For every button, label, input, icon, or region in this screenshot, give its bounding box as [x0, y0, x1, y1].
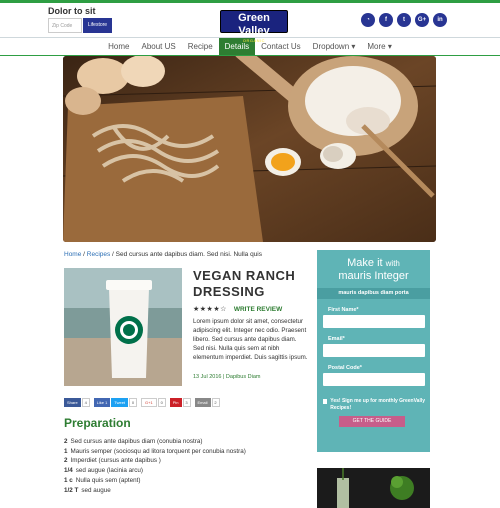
breadcrumb-current: Sed cursus ante dapibus diam. Sed nisi. … — [115, 251, 263, 258]
share-count: 2 — [211, 398, 220, 407]
ingredient-text: Imperdiet (cursus ante dapibus ) — [70, 457, 161, 465]
share-button-email[interactable]: Email — [194, 398, 211, 407]
ingredient-text: Nulla quis sem (aptent) — [75, 476, 141, 484]
signup-checkbox[interactable] — [323, 399, 328, 404]
ingredient-qty: 1/4 — [64, 467, 73, 475]
ingredient-item: 1 Mauris semper (sociosqu ad litora torqu… — [64, 447, 246, 457]
ingredient-text: sed augue — [81, 486, 111, 494]
ingredient-item: 1 c Nulla quis sem (aptent) — [64, 476, 246, 486]
signup-title: Make it with mauris Integer — [317, 257, 430, 282]
rating-row: ★★★★☆ WRITE REVIEW — [193, 305, 282, 313]
ingredient-qty: 2 — [64, 438, 68, 445]
zip-code-input[interactable]: Zip Code — [48, 18, 82, 33]
signup-panel: Make it with mauris Integer mauris dapib… — [317, 250, 430, 452]
first-name-label: First Name* — [328, 307, 359, 313]
ingredient-text: sed augue (lacinia arcu) — [75, 467, 143, 475]
ingredient-item: 2 Sed cursus ante dapibus diam (conubia n… — [64, 437, 246, 447]
logo-sub-text: ORGANIC — [242, 38, 266, 43]
top-header: Dolor to sit Zip Code Lifestore Green Va… — [0, 0, 500, 43]
ingredient-qty: 1/2 T — [64, 486, 79, 494]
signup-band: mauris dapibus diam porta — [317, 288, 430, 299]
ingredient-qty: 1 — [64, 447, 68, 455]
nav-item-home[interactable]: Home — [102, 38, 135, 55]
ingredient-text: Mauris semper (sociosqu ad litora torque… — [70, 447, 246, 455]
ingredient-text: Sed cursus ante dapibus diam (conubia no… — [70, 438, 203, 445]
share-count: 0 — [157, 398, 166, 407]
tagline: Dolor to sit — [48, 6, 96, 16]
first-name-field[interactable] — [323, 315, 425, 328]
share-button-twitter[interactable]: Tweet — [111, 398, 129, 407]
email-field[interactable] — [323, 344, 425, 357]
facebook-icon[interactable]: f — [379, 13, 393, 27]
share-count: 3 — [182, 398, 191, 407]
linkedin-icon[interactable]: in — [433, 13, 447, 27]
share-button-facebook[interactable]: Share — [64, 398, 81, 407]
ingredient-item: 2 Imperdiet (cursus ante dapibus ) — [64, 456, 246, 466]
recipe-description: Lorem ipsum dolor sit amet, consectetur … — [193, 318, 308, 361]
get-guide-button[interactable]: GET THE GUIDE — [339, 416, 405, 427]
ingredient-item: 1/2 Tsed augue — [64, 486, 246, 496]
breadcrumb: Home / Recipes / Sed cursus ante dapibus… — [64, 251, 263, 258]
breadcrumb-recipes[interactable]: Recipes — [87, 251, 110, 258]
twitter-icon[interactable]: t — [397, 13, 411, 27]
ingredient-item: 1/4 sed augue (lacinia arcu) — [64, 466, 246, 476]
signup-checkbox-row[interactable]: Yes! Sign me up for monthly GreenVally R… — [323, 398, 430, 412]
signup-title-main: Make it — [347, 257, 383, 269]
nav-item-dropdown[interactable]: Dropdown ▾ — [307, 38, 362, 55]
nav-item-about-us[interactable]: About US — [135, 38, 181, 55]
google-plus-icon[interactable]: G+ — [415, 13, 429, 27]
ingredient-qty: 1 c — [64, 476, 73, 484]
postal-code-field[interactable] — [323, 373, 425, 386]
signup-title-with: with — [385, 259, 400, 268]
signup-checkbox-label: Yes! Sign me up for monthly GreenVally R… — [330, 398, 426, 411]
share-button-pinterest[interactable]: Pin — [169, 398, 182, 407]
ingredient-list: 2 Sed cursus ante dapibus diam (conubia n… — [64, 437, 246, 495]
share-count: 4 — [81, 398, 90, 407]
zip-submit-button[interactable]: Lifestore — [83, 18, 112, 33]
rss-icon[interactable]: ◔ — [361, 13, 375, 27]
ingredient-qty: 2 — [64, 457, 68, 465]
postal-label: Postal Code* — [328, 365, 362, 371]
preparation-heading: Preparation — [64, 416, 131, 430]
sidebar-photo — [317, 468, 430, 508]
signup-title-name: mauris Integer — [338, 270, 409, 282]
nav-item-recipe[interactable]: Recipe — [182, 38, 219, 55]
hero-image — [63, 56, 436, 242]
recipe-photo — [64, 268, 182, 386]
share-bar: Share 4 Like 1 Tweet 0 G+1 0 Pin 3 Email 2 — [64, 398, 224, 407]
logo-main-text: Green Valley — [238, 12, 270, 37]
share-count: 0 — [129, 398, 138, 407]
share-button-like[interactable]: Like 1 — [93, 398, 111, 407]
recipe-date: 13 Jul 2016 | Dapibus Diam — [193, 374, 261, 380]
brand-logo[interactable]: Green Valley ORGANIC — [220, 10, 288, 43]
recipe-title: VEGAN RANCH DRESSING — [193, 268, 296, 299]
share-button-google-plus[interactable]: G+1 — [141, 398, 157, 407]
nav-item-more[interactable]: More ▾ — [361, 38, 397, 55]
rating-stars: ★★★★☆ — [193, 306, 227, 313]
social-links: ◔ f t G+ in — [361, 13, 451, 27]
write-review-link[interactable]: WRITE REVIEW — [234, 306, 282, 313]
email-label: Email* — [328, 336, 345, 342]
breadcrumb-home[interactable]: Home — [64, 251, 81, 258]
